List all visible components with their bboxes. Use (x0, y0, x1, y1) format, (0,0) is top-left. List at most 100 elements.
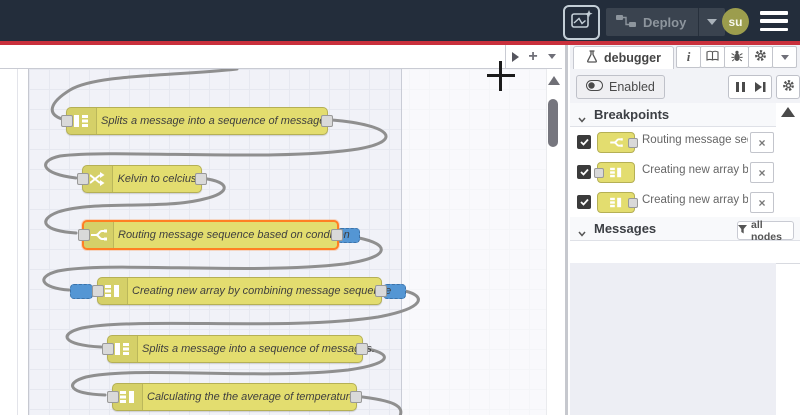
node-label: Splits a message into a sequence of mess… (142, 343, 375, 355)
crosshair-cursor (487, 61, 515, 91)
remove-breakpoint-button[interactable]: × (750, 132, 774, 153)
hamburger-menu-icon (760, 19, 788, 23)
output-port[interactable] (321, 115, 333, 127)
sidebar-menu-button[interactable] (772, 46, 797, 68)
chevron-down-icon (707, 19, 718, 25)
breakpoint-row[interactable]: Creating new array by combining message … (570, 187, 776, 218)
workspace-tab-bar: + (0, 45, 562, 69)
node-switch[interactable]: Routing message sequence based on condit… (78, 220, 350, 250)
sidebar-scroll-up-arrow[interactable] (781, 107, 795, 117)
output-port[interactable] (350, 391, 362, 403)
checkbox-check-icon (579, 168, 589, 176)
scroll-tabs-right-icon (511, 51, 519, 62)
node-label: Calculating the the average of temperatu… (147, 391, 356, 403)
pause-icon (735, 80, 745, 95)
bug-icon (730, 50, 743, 65)
messages-empty-row (570, 241, 800, 264)
help-button[interactable] (700, 46, 725, 68)
node-join-1[interactable]: Creating new array by combining message … (92, 277, 391, 305)
chevron-down-icon (780, 54, 789, 60)
output-port (628, 198, 638, 208)
checkbox-check-icon (579, 198, 589, 206)
tab-list-button[interactable] (543, 45, 561, 68)
flask-icon (586, 50, 598, 66)
add-tab-icon: + (528, 47, 538, 65)
canvas-scroll-up-button[interactable] (548, 76, 560, 85)
enabled-label: Enabled (609, 80, 655, 94)
input-port[interactable] (92, 285, 104, 297)
input-port[interactable] (102, 343, 114, 355)
breakpoint-label: Creating new array by combining message … (642, 164, 748, 176)
breakpoint-checkbox[interactable] (577, 165, 591, 179)
node-split-1[interactable]: Splits a message into a sequence of mess… (61, 107, 334, 135)
checkbox-check-icon (579, 138, 589, 146)
node-label: Splits a message into a sequence of mess… (101, 115, 334, 127)
deploy-node-icon (616, 14, 636, 30)
debug-button[interactable] (724, 46, 749, 68)
deploy-label: Deploy (643, 14, 687, 30)
settings-button[interactable] (748, 46, 773, 68)
add-tab-button[interactable]: + (524, 45, 542, 68)
export-image-button[interactable] (563, 5, 600, 40)
flow-canvas[interactable]: Splits a message into a sequence of mess… (0, 45, 562, 415)
input-port[interactable] (77, 173, 89, 185)
hamburger-menu-icon (760, 27, 788, 31)
info-icon: i (686, 49, 691, 64)
join-node-icon (597, 192, 638, 213)
splitter-handle (565, 45, 568, 415)
remove-breakpoint-button[interactable]: × (750, 162, 774, 183)
messages-empty-area (570, 263, 776, 415)
output-port[interactable] (195, 173, 207, 185)
messages-section-header[interactable]: Messages all nodes (570, 217, 800, 243)
tab-debugger-label: debugger (604, 51, 661, 65)
step-icon (754, 80, 766, 95)
header-bar: Deploy su (0, 0, 800, 41)
deploy-button-main[interactable]: Deploy (606, 8, 698, 36)
input-port[interactable] (78, 229, 90, 241)
node-join-2[interactable]: Calculating the the average of temperatu… (107, 383, 362, 411)
input-port (594, 168, 604, 178)
user-avatar[interactable]: su (722, 8, 749, 35)
node-label: Routing message sequence based on condit… (118, 229, 350, 241)
info-button[interactable]: i (676, 46, 701, 68)
node-red-window: { "header": { "deploy": { "label": "Depl… (0, 0, 800, 415)
output-port[interactable] (375, 285, 387, 297)
hamburger-menu-icon (760, 11, 788, 15)
input-port[interactable] (61, 115, 73, 127)
node-label: Kelvin to celcius (117, 173, 197, 185)
sidebar-splitter[interactable] (562, 45, 570, 415)
debugger-settings-button[interactable] (776, 75, 800, 99)
tab-list-chevron-icon (548, 54, 556, 59)
deploy-button[interactable]: Deploy (606, 8, 726, 36)
chevron-down-icon (578, 111, 586, 123)
breakpoint-checkbox[interactable] (577, 195, 591, 209)
funnel-icon (738, 224, 747, 237)
output-port[interactable] (356, 343, 368, 355)
node-split-2[interactable]: Splits a message into a sequence of mess… (102, 335, 375, 363)
filter-label: all nodes (751, 218, 782, 243)
gear-icon (782, 79, 795, 95)
remove-breakpoint-button[interactable]: × (750, 192, 774, 213)
canvas-scrollbar-thumb[interactable] (548, 99, 558, 147)
enabled-toggle-button[interactable]: Enabled (576, 75, 665, 99)
close-icon: × (758, 165, 766, 180)
breakpoints-title: Breakpoints (594, 107, 670, 122)
node-change[interactable]: Kelvin to celcius (77, 165, 207, 193)
gear-icon (754, 49, 767, 65)
breakpoints-section-header[interactable]: Breakpoints (570, 103, 776, 127)
breakpoint-row[interactable]: Routing message sequence based on condit… (570, 127, 776, 158)
messages-filter-button[interactable]: all nodes (737, 218, 794, 243)
breakpoint-checkbox[interactable] (577, 135, 591, 149)
messages-title: Messages (594, 221, 657, 236)
tab-debugger[interactable]: debugger (573, 46, 674, 69)
breakpoint-label: Routing message sequence based on condit… (642, 134, 748, 146)
output-port (628, 138, 638, 148)
input-port[interactable] (107, 391, 119, 403)
breakpoint-row[interactable]: Creating new array by combining message … (570, 157, 776, 188)
join-node-icon (594, 162, 635, 183)
step-button[interactable] (749, 75, 772, 99)
output-port[interactable] (331, 229, 343, 241)
main-menu-button[interactable] (760, 11, 788, 31)
close-icon: × (758, 135, 766, 150)
breakpoint-marker[interactable] (70, 284, 93, 299)
